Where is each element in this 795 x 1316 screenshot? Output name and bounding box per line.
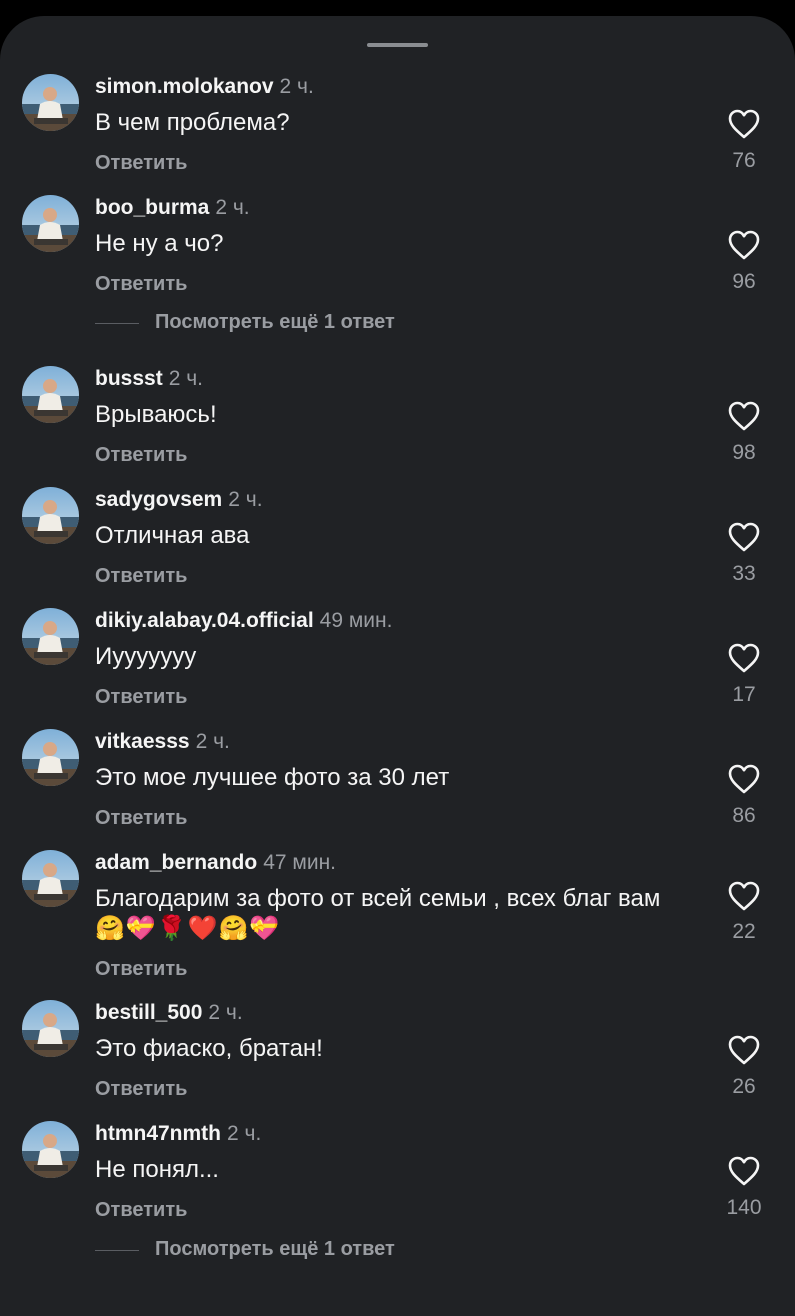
heart-outline-icon bbox=[727, 522, 761, 557]
heart-outline-icon bbox=[727, 109, 761, 144]
comment-meta: boo_burma 2 ч. bbox=[95, 195, 250, 221]
reply-button[interactable]: Ответить bbox=[95, 152, 187, 175]
divider-line bbox=[95, 323, 139, 324]
like-count: 140 bbox=[726, 1196, 762, 1219]
comment-text: Не понял... bbox=[95, 1155, 685, 1185]
comment-meta: htmn47nmth 2 ч. bbox=[95, 1121, 261, 1147]
reply-button[interactable]: Ответить bbox=[95, 1199, 187, 1222]
avatar[interactable] bbox=[22, 850, 79, 907]
like-button[interactable] bbox=[727, 521, 761, 553]
reply-button[interactable]: Ответить bbox=[95, 958, 187, 981]
comment-text: Иууууууу bbox=[95, 642, 685, 672]
like-button[interactable] bbox=[727, 763, 761, 795]
comment-meta: dikiy.alabay.04.official 49 мин. bbox=[95, 608, 392, 634]
comment-time: 2 ч. bbox=[228, 488, 263, 511]
like-count: 26 bbox=[732, 1075, 756, 1098]
comment-username[interactable]: bestill_500 bbox=[95, 1001, 202, 1024]
comment-username[interactable]: boo_burma bbox=[95, 196, 209, 219]
comment-text: Отличная ава bbox=[95, 521, 685, 551]
heart-outline-icon bbox=[727, 643, 761, 678]
comments-sheet: simon.molokanov 2 ч. В чем проблема? Отве… bbox=[0, 16, 795, 1316]
like-button[interactable] bbox=[727, 880, 761, 912]
like-count: 22 bbox=[732, 920, 756, 943]
comment-time: 2 ч. bbox=[195, 730, 230, 753]
heart-outline-icon bbox=[727, 1156, 761, 1191]
comment-username[interactable]: simon.molokanov bbox=[95, 75, 274, 98]
view-more-replies-label: Посмотреть ещё 1 ответ bbox=[155, 311, 395, 333]
comment-time: 2 ч. bbox=[168, 367, 203, 390]
comment-time: 2 ч. bbox=[279, 75, 314, 98]
comment-meta: bussst 2 ч. bbox=[95, 366, 203, 392]
like-button[interactable] bbox=[727, 400, 761, 432]
comment-meta: simon.molokanov 2 ч. bbox=[95, 74, 314, 100]
comment-text-body: Иууууууу bbox=[95, 643, 197, 670]
view-more-replies-label: Посмотреть ещё 1 ответ bbox=[155, 1238, 395, 1260]
avatar[interactable] bbox=[22, 729, 79, 786]
comment-username[interactable]: dikiy.alabay.04.official bbox=[95, 609, 314, 632]
comment-text-body: В чем проблема? bbox=[95, 109, 290, 136]
comment-text: В чем проблема? bbox=[95, 108, 685, 138]
comment-time: 2 ч. bbox=[208, 1001, 243, 1024]
comment-time: 2 ч. bbox=[227, 1122, 262, 1145]
comment-meta: sadygovsem 2 ч. bbox=[95, 487, 263, 513]
comment-text: Врываюсь! bbox=[95, 400, 685, 430]
avatar[interactable] bbox=[22, 1000, 79, 1057]
comment-text: Не ну а чо? bbox=[95, 229, 685, 259]
drag-handle[interactable] bbox=[367, 43, 428, 47]
reply-button[interactable]: Ответить bbox=[95, 807, 187, 830]
avatar[interactable] bbox=[22, 195, 79, 252]
like-button[interactable] bbox=[727, 1034, 761, 1066]
like-button[interactable] bbox=[727, 642, 761, 674]
heart-outline-icon bbox=[727, 1035, 761, 1070]
comment-text-body: Врываюсь! bbox=[95, 401, 217, 428]
comment-username[interactable]: adam_bernando bbox=[95, 851, 257, 874]
comment-username[interactable]: htmn47nmth bbox=[95, 1122, 221, 1145]
reply-button[interactable]: Ответить bbox=[95, 686, 187, 709]
comment-text-body: Не ну а чо? bbox=[95, 230, 224, 257]
reply-button[interactable]: Ответить bbox=[95, 565, 187, 588]
avatar[interactable] bbox=[22, 74, 79, 131]
comment-text-body: Отличная ава bbox=[95, 522, 250, 549]
comment-text-body: Это мое лучшее фото за 30 лет bbox=[95, 764, 450, 791]
like-count: 96 bbox=[732, 270, 756, 293]
comment-text-body: Не понял... bbox=[95, 1156, 219, 1183]
comment-username[interactable]: vitkaesss bbox=[95, 730, 190, 753]
like-button[interactable] bbox=[727, 229, 761, 261]
heart-outline-icon bbox=[727, 881, 761, 916]
like-count: 33 bbox=[732, 562, 756, 585]
comment-meta: adam_bernando 47 мин. bbox=[95, 850, 336, 876]
avatar[interactable] bbox=[22, 366, 79, 423]
comment-text: Это фиаско, братан! bbox=[95, 1034, 685, 1064]
comment-meta: bestill_500 2 ч. bbox=[95, 1000, 243, 1026]
heart-outline-icon bbox=[727, 230, 761, 265]
avatar[interactable] bbox=[22, 608, 79, 665]
comment-time: 49 мин. bbox=[319, 609, 393, 632]
reply-button[interactable]: Ответить bbox=[95, 1078, 187, 1101]
heart-outline-icon bbox=[727, 401, 761, 436]
comment-text-body: Это фиаско, братан! bbox=[95, 1035, 323, 1062]
like-button[interactable] bbox=[727, 1155, 761, 1187]
like-count: 17 bbox=[732, 683, 756, 706]
like-count: 76 bbox=[732, 149, 756, 172]
comment-username[interactable]: bussst bbox=[95, 367, 163, 390]
like-count: 86 bbox=[732, 804, 756, 827]
reply-button[interactable]: Ответить bbox=[95, 273, 187, 296]
comment-meta: vitkaesss 2 ч. bbox=[95, 729, 230, 755]
reply-button[interactable]: Ответить bbox=[95, 444, 187, 467]
comment-time: 2 ч. bbox=[215, 196, 250, 219]
like-count: 98 bbox=[732, 441, 756, 464]
avatar[interactable] bbox=[22, 487, 79, 544]
comment-time: 47 мин. bbox=[263, 851, 337, 874]
comment-text: Это мое лучшее фото за 30 лет bbox=[95, 763, 685, 793]
comment-username[interactable]: sadygovsem bbox=[95, 488, 222, 511]
comment-emoji: 🤗💝🌹❤️🤗💝 bbox=[95, 915, 281, 942]
heart-outline-icon bbox=[727, 764, 761, 799]
comment-text: Благодарим за фото от всей семьи , всех … bbox=[95, 884, 685, 944]
comment-text-body: Благодарим за фото от всей семьи , всех … bbox=[95, 885, 661, 912]
divider-line bbox=[95, 1250, 139, 1251]
like-button[interactable] bbox=[727, 108, 761, 140]
avatar[interactable] bbox=[22, 1121, 79, 1178]
